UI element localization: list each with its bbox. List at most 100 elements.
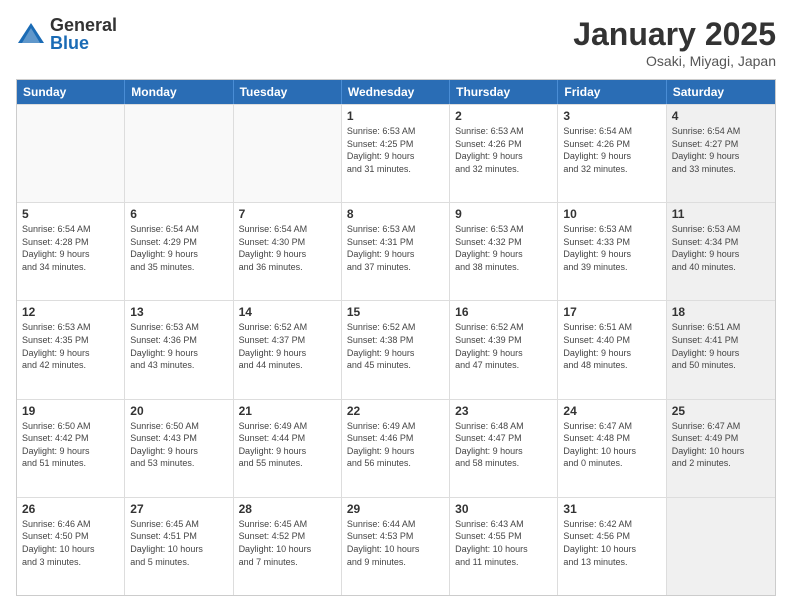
day-number: 16 bbox=[455, 305, 552, 319]
day-number: 14 bbox=[239, 305, 336, 319]
day-cell-11: 11 Sunrise: 6:53 AM Sunset: 4:34 PM Dayli… bbox=[667, 203, 775, 300]
day-cell-empty bbox=[667, 498, 775, 595]
calendar-row-4: 19Sunrise: 6:50 AM Sunset: 4:42 PM Dayli… bbox=[17, 399, 775, 497]
weekday-header-sunday: Sunday bbox=[17, 80, 125, 104]
day-number: 28 bbox=[239, 502, 336, 516]
weekday-header-thursday: Thursday bbox=[450, 80, 558, 104]
day-number: 15 bbox=[347, 305, 444, 319]
weekday-header-saturday: Saturday bbox=[667, 80, 775, 104]
day-info: Sunrise: 6:46 AM Sunset: 4:50 PM Dayligh… bbox=[22, 518, 119, 568]
day-cell-10: 10 Sunrise: 6:53 AM Sunset: 4:33 PM Dayli… bbox=[558, 203, 666, 300]
day-cell-7: 7 Sunrise: 6:54 AM Sunset: 4:30 PM Daylig… bbox=[234, 203, 342, 300]
logo: General Blue bbox=[16, 16, 117, 52]
weekday-header-tuesday: Tuesday bbox=[234, 80, 342, 104]
day-info: Sunrise: 6:44 AM Sunset: 4:53 PM Dayligh… bbox=[347, 518, 444, 568]
day-info: Sunrise: 6:53 AM Sunset: 4:31 PM Dayligh… bbox=[347, 223, 444, 273]
weekday-header-friday: Friday bbox=[558, 80, 666, 104]
day-info: Sunrise: 6:47 AM Sunset: 4:49 PM Dayligh… bbox=[672, 420, 770, 470]
day-number: 27 bbox=[130, 502, 227, 516]
logo-general-text: General bbox=[50, 16, 117, 34]
day-number: 2 bbox=[455, 109, 552, 123]
calendar-row-3: 12 Sunrise: 6:53 AM Sunset: 4:35 PM Dayli… bbox=[17, 300, 775, 398]
day-info: Sunrise: 6:53 AM Sunset: 4:33 PM Dayligh… bbox=[563, 223, 660, 273]
day-cell-30: 30Sunrise: 6:43 AM Sunset: 4:55 PM Dayli… bbox=[450, 498, 558, 595]
day-info: Sunrise: 6:45 AM Sunset: 4:51 PM Dayligh… bbox=[130, 518, 227, 568]
day-cell-14: 14 Sunrise: 6:52 AM Sunset: 4:37 PM Dayli… bbox=[234, 301, 342, 398]
day-info: Sunrise: 6:52 AM Sunset: 4:39 PM Dayligh… bbox=[455, 321, 552, 371]
day-cell-25: 25 Sunrise: 6:47 AM Sunset: 4:49 PM Dayli… bbox=[667, 400, 775, 497]
day-info: Sunrise: 6:51 AM Sunset: 4:40 PM Dayligh… bbox=[563, 321, 660, 371]
day-cell-5: 5 Sunrise: 6:54 AM Sunset: 4:28 PM Daylig… bbox=[17, 203, 125, 300]
day-number: 1 bbox=[347, 109, 444, 123]
day-cell-empty bbox=[234, 105, 342, 202]
calendar-header: SundayMondayTuesdayWednesdayThursdayFrid… bbox=[17, 80, 775, 104]
day-number: 13 bbox=[130, 305, 227, 319]
day-info: Sunrise: 6:53 AM Sunset: 4:35 PM Dayligh… bbox=[22, 321, 119, 371]
day-info: Sunrise: 6:48 AM Sunset: 4:47 PM Dayligh… bbox=[455, 420, 552, 470]
day-cell-16: 16 Sunrise: 6:52 AM Sunset: 4:39 PM Dayli… bbox=[450, 301, 558, 398]
day-number: 18 bbox=[672, 305, 770, 319]
day-number: 26 bbox=[22, 502, 119, 516]
day-info: Sunrise: 6:49 AM Sunset: 4:44 PM Dayligh… bbox=[239, 420, 336, 470]
day-number: 8 bbox=[347, 207, 444, 221]
day-info: Sunrise: 6:49 AM Sunset: 4:46 PM Dayligh… bbox=[347, 420, 444, 470]
location-subtitle: Osaki, Miyagi, Japan bbox=[573, 53, 776, 69]
day-number: 12 bbox=[22, 305, 119, 319]
day-number: 20 bbox=[130, 404, 227, 418]
day-cell-18: 18Sunrise: 6:51 AM Sunset: 4:41 PM Dayli… bbox=[667, 301, 775, 398]
day-info: Sunrise: 6:50 AM Sunset: 4:43 PM Dayligh… bbox=[130, 420, 227, 470]
day-cell-3: 3 Sunrise: 6:54 AM Sunset: 4:26 PM Daylig… bbox=[558, 105, 666, 202]
day-cell-21: 21 Sunrise: 6:49 AM Sunset: 4:44 PM Dayli… bbox=[234, 400, 342, 497]
day-number: 22 bbox=[347, 404, 444, 418]
day-info: Sunrise: 6:43 AM Sunset: 4:55 PM Dayligh… bbox=[455, 518, 552, 568]
day-info: Sunrise: 6:54 AM Sunset: 4:30 PM Dayligh… bbox=[239, 223, 336, 273]
day-info: Sunrise: 6:53 AM Sunset: 4:34 PM Dayligh… bbox=[672, 223, 770, 273]
day-number: 11 bbox=[672, 207, 770, 221]
day-info: Sunrise: 6:52 AM Sunset: 4:37 PM Dayligh… bbox=[239, 321, 336, 371]
day-number: 9 bbox=[455, 207, 552, 221]
calendar: SundayMondayTuesdayWednesdayThursdayFrid… bbox=[16, 79, 776, 596]
day-cell-empty bbox=[125, 105, 233, 202]
day-cell-empty bbox=[17, 105, 125, 202]
logo-icon bbox=[16, 19, 46, 49]
day-number: 5 bbox=[22, 207, 119, 221]
day-number: 4 bbox=[672, 109, 770, 123]
day-cell-2: 2 Sunrise: 6:53 AM Sunset: 4:26 PM Daylig… bbox=[450, 105, 558, 202]
day-cell-29: 29 Sunrise: 6:44 AM Sunset: 4:53 PM Dayli… bbox=[342, 498, 450, 595]
day-cell-19: 19Sunrise: 6:50 AM Sunset: 4:42 PM Dayli… bbox=[17, 400, 125, 497]
day-cell-6: 6Sunrise: 6:54 AM Sunset: 4:29 PM Daylig… bbox=[125, 203, 233, 300]
day-number: 19 bbox=[22, 404, 119, 418]
day-info: Sunrise: 6:54 AM Sunset: 4:28 PM Dayligh… bbox=[22, 223, 119, 273]
day-cell-24: 24 Sunrise: 6:47 AM Sunset: 4:48 PM Dayli… bbox=[558, 400, 666, 497]
day-cell-15: 15 Sunrise: 6:52 AM Sunset: 4:38 PM Dayli… bbox=[342, 301, 450, 398]
day-number: 10 bbox=[563, 207, 660, 221]
day-cell-9: 9 Sunrise: 6:53 AM Sunset: 4:32 PM Daylig… bbox=[450, 203, 558, 300]
day-info: Sunrise: 6:53 AM Sunset: 4:26 PM Dayligh… bbox=[455, 125, 552, 175]
day-number: 24 bbox=[563, 404, 660, 418]
day-number: 29 bbox=[347, 502, 444, 516]
page: General Blue January 2025 Osaki, Miyagi,… bbox=[0, 0, 792, 612]
calendar-body: 1 Sunrise: 6:53 AM Sunset: 4:25 PM Daylig… bbox=[17, 104, 775, 595]
day-number: 7 bbox=[239, 207, 336, 221]
calendar-row-1: 1 Sunrise: 6:53 AM Sunset: 4:25 PM Daylig… bbox=[17, 104, 775, 202]
day-info: Sunrise: 6:53 AM Sunset: 4:25 PM Dayligh… bbox=[347, 125, 444, 175]
weekday-header-monday: Monday bbox=[125, 80, 233, 104]
title-block: January 2025 Osaki, Miyagi, Japan bbox=[573, 16, 776, 69]
day-cell-27: 27 Sunrise: 6:45 AM Sunset: 4:51 PM Dayli… bbox=[125, 498, 233, 595]
month-title: January 2025 bbox=[573, 16, 776, 53]
calendar-row-5: 26 Sunrise: 6:46 AM Sunset: 4:50 PM Dayli… bbox=[17, 497, 775, 595]
day-number: 25 bbox=[672, 404, 770, 418]
day-info: Sunrise: 6:42 AM Sunset: 4:56 PM Dayligh… bbox=[563, 518, 660, 568]
day-cell-12: 12 Sunrise: 6:53 AM Sunset: 4:35 PM Dayli… bbox=[17, 301, 125, 398]
day-info: Sunrise: 6:53 AM Sunset: 4:32 PM Dayligh… bbox=[455, 223, 552, 273]
day-info: Sunrise: 6:54 AM Sunset: 4:27 PM Dayligh… bbox=[672, 125, 770, 175]
day-number: 21 bbox=[239, 404, 336, 418]
day-number: 3 bbox=[563, 109, 660, 123]
logo-text: General Blue bbox=[50, 16, 117, 52]
day-info: Sunrise: 6:52 AM Sunset: 4:38 PM Dayligh… bbox=[347, 321, 444, 371]
day-info: Sunrise: 6:47 AM Sunset: 4:48 PM Dayligh… bbox=[563, 420, 660, 470]
day-info: Sunrise: 6:54 AM Sunset: 4:26 PM Dayligh… bbox=[563, 125, 660, 175]
day-cell-20: 20 Sunrise: 6:50 AM Sunset: 4:43 PM Dayli… bbox=[125, 400, 233, 497]
day-info: Sunrise: 6:45 AM Sunset: 4:52 PM Dayligh… bbox=[239, 518, 336, 568]
day-cell-22: 22 Sunrise: 6:49 AM Sunset: 4:46 PM Dayli… bbox=[342, 400, 450, 497]
